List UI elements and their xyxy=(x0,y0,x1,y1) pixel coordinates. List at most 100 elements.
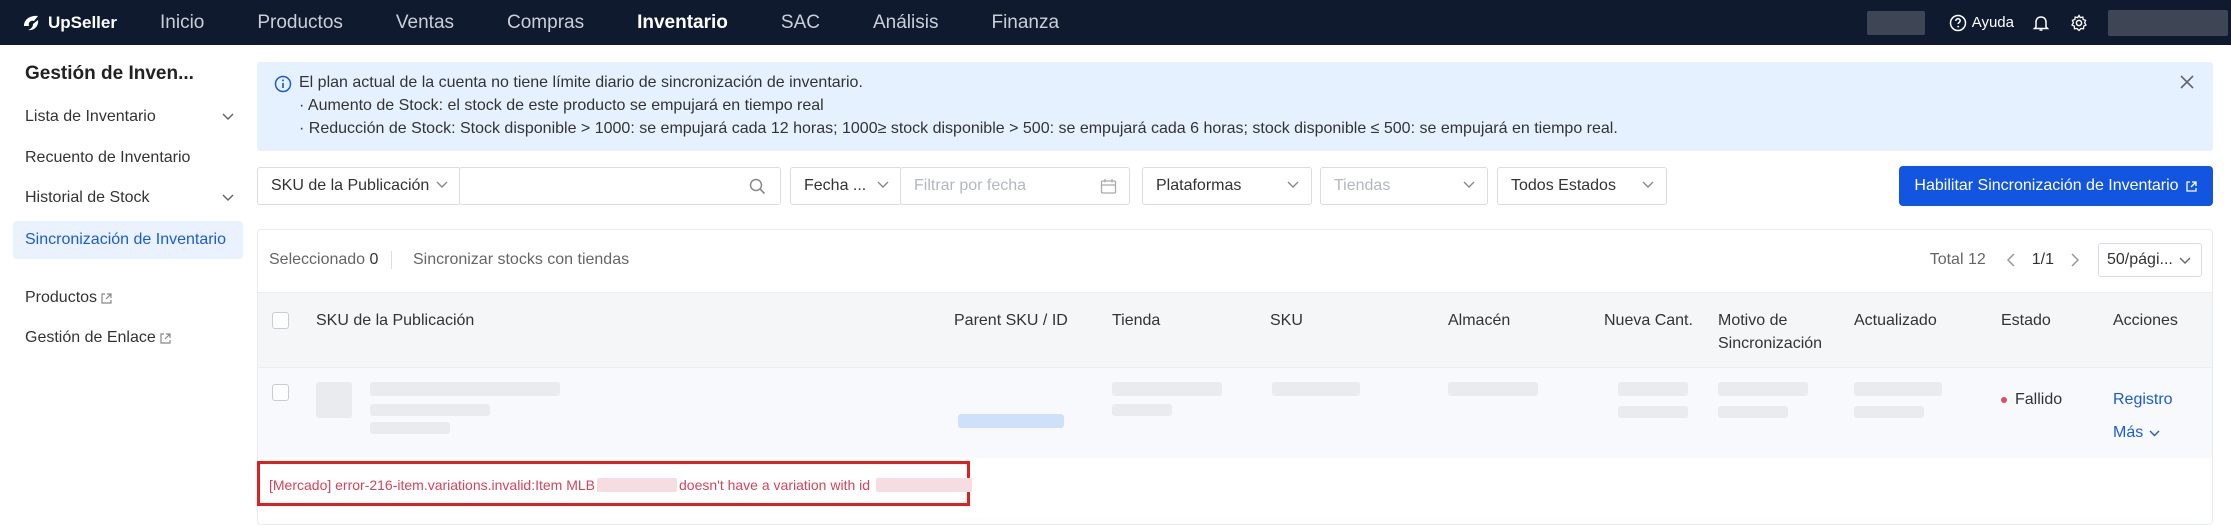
more-label: Más xyxy=(2113,424,2144,441)
bell-icon xyxy=(2032,15,2050,31)
external-link-icon xyxy=(160,332,171,344)
redacted-store-sub xyxy=(1112,404,1172,416)
close-icon[interactable] xyxy=(2179,74,2195,90)
error-message: [Mercado] error-216-item.variations.inva… xyxy=(269,477,974,493)
main-nav: Inicio Productos Ventas Compras Inventario SA… xyxy=(160,12,1112,34)
chevron-down-icon xyxy=(222,194,234,202)
sync-stocks-button[interactable]: Sincronizar stocks con tiendas xyxy=(413,251,629,269)
sidebar-item-label: Productos xyxy=(25,289,98,306)
upseller-logo[interactable]: UpSeller xyxy=(20,12,140,34)
sidebar-item-inventory-sync[interactable]: Sincronización de Inventario xyxy=(13,221,243,259)
enable-sync-label: Habilitar Sincronización de Inventario xyxy=(1914,177,2179,194)
settings-button[interactable] xyxy=(2070,13,2088,32)
platforms-value: Plataformas xyxy=(1156,177,1242,194)
sidebar-item-products[interactable]: Productos xyxy=(25,289,240,307)
nav-item-analisis[interactable]: Análisis xyxy=(873,12,938,34)
redacted-product-image xyxy=(316,382,352,418)
redacted-store xyxy=(1112,382,1222,396)
redacted-parent-sku-link[interactable] xyxy=(958,414,1064,428)
selected-count: Seleccionado 0 xyxy=(269,251,378,269)
nav-item-ventas[interactable]: Ventas xyxy=(396,12,454,34)
enable-sync-button[interactable]: Habilitar Sincronización de Inventario xyxy=(1899,166,2213,206)
sidebar-item-label: Recuento de Inventario xyxy=(25,149,191,166)
search-icon xyxy=(749,178,766,195)
select-all-checkbox[interactable] xyxy=(272,312,289,329)
upseller-logo-icon xyxy=(24,15,39,30)
date-type-value: Fecha ... xyxy=(804,177,867,194)
redacted-sku xyxy=(1272,382,1360,396)
notifications-button[interactable] xyxy=(2032,14,2050,32)
nav-item-inventario[interactable]: Inventario xyxy=(637,12,728,34)
redacted-sync-reason-sub xyxy=(1718,406,1788,418)
column-header: SKU xyxy=(1270,312,1303,329)
error-message-highlight: [Mercado] error-216-item.variations.inva… xyxy=(257,461,973,506)
column-header: Almacén xyxy=(1448,312,1511,329)
sidebar-item-label: Sincronización de Inventario xyxy=(25,231,227,248)
status-label: Fallido xyxy=(2015,391,2063,408)
chevron-down-icon xyxy=(1463,181,1475,188)
page-indicator: 1/1 xyxy=(2031,251,2054,268)
error-middle: doesn't have a variation with id xyxy=(679,477,871,493)
info-icon xyxy=(274,75,292,93)
chevron-right-icon[interactable] xyxy=(2070,253,2080,267)
column-header: Estado xyxy=(2001,312,2051,329)
stores-select[interactable]: Tiendas xyxy=(1320,167,1488,205)
more-actions-button[interactable]: Más xyxy=(2113,424,2160,442)
status-select[interactable]: Todos Estados xyxy=(1497,167,1667,205)
sidebar-title: Gestión de Inven... xyxy=(25,63,194,84)
chevron-left-icon[interactable] xyxy=(2006,253,2016,267)
sidebar-item-link-management[interactable]: Gestión de Enlace xyxy=(25,329,240,347)
help-label: Ayuda xyxy=(1971,14,2014,31)
page-size-select[interactable]: 50/pági... xyxy=(2098,243,2202,277)
row-checkbox[interactable] xyxy=(272,384,289,401)
banner-line-2: · Aumento de Stock: el stock de este pro… xyxy=(299,97,824,114)
chevron-down-icon xyxy=(2179,257,2191,264)
question-circle-icon xyxy=(1949,14,1966,31)
help-button[interactable]: Ayuda xyxy=(1949,14,2014,32)
redacted-updated xyxy=(1854,382,1942,396)
sidebar: Gestión de Inven... Lista de Inventario … xyxy=(0,45,250,525)
gear-icon xyxy=(2071,13,2087,31)
table-toolbar: Seleccionado 0 Sincronizar stocks con ti… xyxy=(258,230,2212,292)
chevron-down-icon xyxy=(877,181,889,188)
search-input[interactable] xyxy=(459,167,781,205)
status-value: Todos Estados xyxy=(1511,177,1616,194)
date-filter-input[interactable]: Filtrar por fecha xyxy=(900,167,1130,205)
log-link[interactable]: Registro xyxy=(2113,391,2173,409)
redacted-updated-sub xyxy=(1854,406,1924,418)
platforms-select[interactable]: Plataformas xyxy=(1142,167,1312,205)
sidebar-item-stock-history[interactable]: Historial de Stock xyxy=(25,189,240,207)
selected-number: 0 xyxy=(369,251,379,268)
chevron-down-icon xyxy=(436,181,448,188)
chevron-down-icon xyxy=(222,113,234,121)
redacted-product-sku xyxy=(370,404,490,416)
date-type-select[interactable]: Fecha ... xyxy=(790,167,902,205)
sidebar-item-inventory-list[interactable]: Lista de Inventario xyxy=(25,108,240,126)
table-row: Fallido Registro Más xyxy=(258,368,2212,458)
top-navigation-bar: UpSeller Inicio Productos Ventas Compras Inv… xyxy=(0,0,2231,45)
nav-item-inicio[interactable]: Inicio xyxy=(160,12,204,34)
chevron-down-icon xyxy=(1642,181,1654,188)
sidebar-item-inventory-count[interactable]: Recuento de Inventario xyxy=(25,149,240,167)
sidebar-item-label: Gestión de Enlace xyxy=(25,329,156,346)
nav-item-compras[interactable]: Compras xyxy=(507,12,584,34)
sidebar-item-label: Lista de Inventario xyxy=(25,108,156,125)
sku-type-select[interactable]: SKU de la Publicación xyxy=(257,167,461,205)
status-badge: Fallido xyxy=(2001,391,2062,409)
external-link-icon xyxy=(101,292,112,304)
date-filter-placeholder: Filtrar por fecha xyxy=(914,177,1027,194)
redacted-shop-selector[interactable] xyxy=(1866,10,1925,35)
redacted-user-account[interactable] xyxy=(2108,9,2228,36)
nav-item-sac[interactable]: SAC xyxy=(781,12,820,34)
nav-item-finanza[interactable]: Finanza xyxy=(991,12,1059,34)
column-header: Actualizado xyxy=(1854,312,1937,329)
table-header: SKU de la Publicación Parent SKU / ID Ti… xyxy=(258,292,2212,368)
external-link-icon xyxy=(2185,180,2197,192)
nav-item-productos[interactable]: Productos xyxy=(257,12,343,34)
info-banner: El plan actual de la cuenta no tiene lím… xyxy=(257,62,2213,151)
toolbar-divider xyxy=(391,251,392,269)
redacted-warehouse xyxy=(1448,382,1538,396)
selected-label: Seleccionado xyxy=(269,251,366,268)
sku-type-value: SKU de la Publicación xyxy=(271,177,430,194)
redacted-product-variant xyxy=(370,422,450,434)
